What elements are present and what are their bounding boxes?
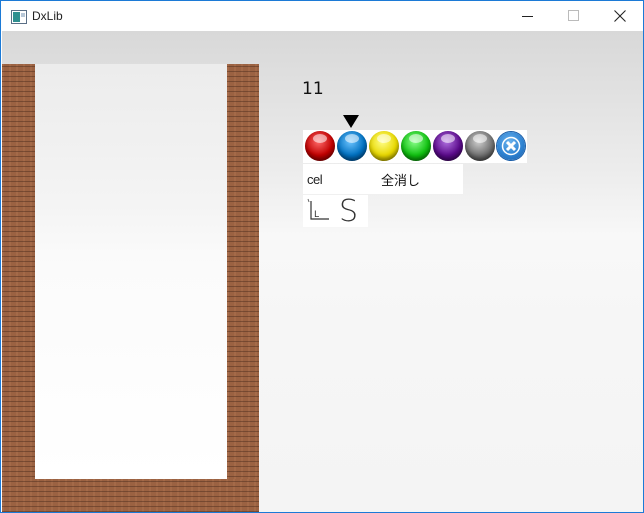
ball-purple-button[interactable] — [433, 131, 463, 161]
close-button[interactable] — [597, 1, 643, 31]
color-palette — [303, 130, 527, 163]
container-floor — [2, 479, 259, 512]
close-circle-icon — [501, 136, 521, 156]
triangle-down-icon — [343, 115, 359, 128]
container-right-wall — [227, 64, 259, 512]
ball-gray-button[interactable] — [465, 131, 495, 161]
window-title: DxLib — [32, 9, 63, 23]
maximize-button[interactable] — [551, 1, 597, 31]
ball-blue-button[interactable] — [337, 131, 367, 161]
app-window: DxLib 11 cel 全消し L S — [0, 0, 644, 513]
tool-row: cel 全消し — [303, 164, 463, 194]
minimize-button[interactable] — [505, 1, 551, 31]
container-left-wall — [2, 64, 35, 512]
size-large-button[interactable]: L — [305, 197, 333, 225]
play-area[interactable] — [35, 64, 227, 479]
cel-label[interactable]: cel — [307, 172, 323, 187]
game-canvas[interactable]: 11 cel 全消し L S — [2, 31, 643, 512]
title-bar[interactable]: DxLib — [1, 1, 643, 31]
maximize-icon — [568, 10, 579, 21]
size-small-button[interactable]: S — [339, 194, 358, 229]
clear-all-button[interactable]: 全消し — [381, 170, 420, 189]
ball-red-button[interactable] — [305, 131, 335, 161]
palette-close-button[interactable] — [497, 132, 525, 160]
size-large-icon: L — [307, 198, 329, 220]
ball-green-button[interactable] — [401, 131, 431, 161]
score-counter: 11 — [302, 79, 324, 99]
ball-yellow-button[interactable] — [369, 131, 399, 161]
size-row: L S — [303, 194, 368, 229]
svg-text:L: L — [314, 210, 319, 220]
app-icon — [11, 9, 27, 24]
minimize-icon — [522, 16, 533, 17]
close-icon — [614, 10, 626, 22]
